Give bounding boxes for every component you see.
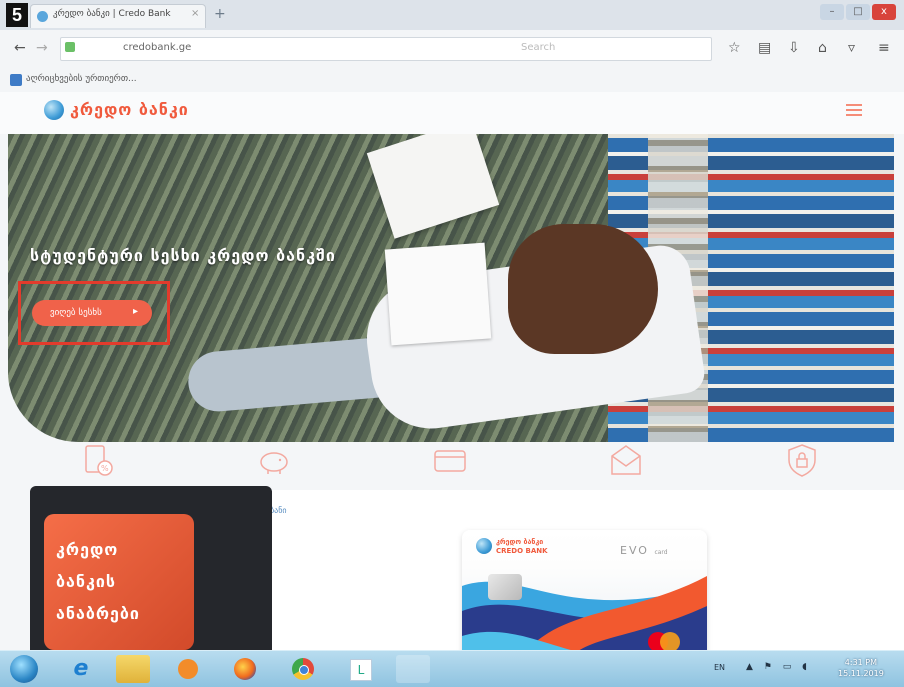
envelope-icon[interactable] xyxy=(608,442,644,478)
promo-line: ბანკის xyxy=(56,572,116,591)
ie-icon[interactable]: e xyxy=(64,655,98,683)
globe-logo-icon[interactable] xyxy=(44,100,64,120)
window-controls: – □ x xyxy=(820,4,898,22)
site-header: კრედო ბანკი xyxy=(0,92,904,134)
secure-lock-icon xyxy=(65,42,75,52)
start-button[interactable] xyxy=(10,655,38,683)
shield-lock-icon[interactable] xyxy=(784,442,820,478)
home-icon[interactable]: ⌂ xyxy=(818,40,827,56)
highlight-annotation xyxy=(18,281,170,345)
card-chip-icon xyxy=(488,574,522,600)
step-number-badge: 5 xyxy=(6,3,28,27)
clock-time: 4:31 PM xyxy=(844,658,878,667)
piggy-bank-icon[interactable] xyxy=(256,442,292,478)
forward-arrow-icon[interactable]: → xyxy=(36,40,48,56)
promo-line: კრედო xyxy=(56,540,119,559)
hero-photo-book xyxy=(366,134,500,239)
card-brand-english: CREDO BANK xyxy=(496,547,548,555)
bookmark-item[interactable]: აღრიცხვების ურთიერთ... xyxy=(26,74,137,84)
explorer-icon[interactable] xyxy=(116,655,150,683)
browser-tab[interactable]: კრედო ბანკი | Credo Bank × xyxy=(30,4,206,28)
language-indicator[interactable]: EN xyxy=(714,663,725,672)
bookmarks-bar: აღრიცხვების ურთიერთ... xyxy=(0,70,904,93)
globe-logo-icon xyxy=(476,538,492,554)
new-tab-button[interactable]: + xyxy=(214,6,226,22)
address-bar[interactable]: credobank.ge Search xyxy=(60,37,712,61)
bookmark-icon xyxy=(10,74,22,86)
service-icons-row: % xyxy=(0,442,904,486)
hero-title: სტუდენტური სესხი კრედო ბანკში xyxy=(30,246,336,265)
tray-icons[interactable]: ▲ ⚑ ▭ ◖ xyxy=(746,662,811,672)
favicon-icon xyxy=(37,11,48,22)
chrome-icon[interactable] xyxy=(286,655,320,683)
hero-photo-paper xyxy=(384,242,492,346)
app-icon[interactable] xyxy=(396,655,430,683)
svg-text:%: % xyxy=(101,464,109,473)
download-icon[interactable]: ⇩ xyxy=(788,40,800,56)
close-window-button[interactable]: x xyxy=(872,4,896,20)
evo-bank-card[interactable]: კრედო ბანკი CREDO BANK EVO card xyxy=(462,530,707,656)
browser-navbar: ← → credobank.ge Search ☆ ▤ ⇩ ⌂ ▿ ≡ xyxy=(0,30,904,70)
card-product-label: EVO xyxy=(620,544,649,557)
windows-taskbar: e L EN ▲ ⚑ ▭ ◖ 4:31 PM 15.11.2019 xyxy=(0,650,904,687)
back-arrow-icon[interactable]: ← xyxy=(14,40,26,56)
maximize-button[interactable]: □ xyxy=(846,4,870,20)
deposits-promo-card[interactable]: კრედო ბანკის ანაბრები xyxy=(44,514,194,650)
pocket-icon[interactable]: ▿ xyxy=(848,40,855,56)
search-placeholder[interactable]: Search xyxy=(521,42,555,53)
hero-photo-hair xyxy=(508,224,658,354)
promo-line: ანაბრები xyxy=(56,604,140,623)
card-product-suffix: card xyxy=(654,549,668,556)
clock-date: 15.11.2019 xyxy=(838,669,884,678)
lync-icon[interactable]: L xyxy=(342,655,376,683)
url-text[interactable]: credobank.ge xyxy=(123,42,191,53)
clock[interactable]: 4:31 PM 15.11.2019 xyxy=(838,657,884,679)
media-player-icon[interactable] xyxy=(170,655,204,683)
tab-close-icon[interactable]: × xyxy=(191,8,199,19)
library-icon[interactable]: ▤ xyxy=(758,40,771,56)
star-icon[interactable]: ☆ xyxy=(728,40,741,56)
tab-title: კრედო ბანკი | Credo Bank xyxy=(53,9,171,19)
content-link[interactable]: ბანი xyxy=(270,506,287,515)
hamburger-menu-icon[interactable] xyxy=(846,104,862,119)
browser-titlebar: კრედო ბანკი | Credo Bank × + – □ x xyxy=(0,0,904,30)
card-brand-georgian: კრედო ბანკი xyxy=(496,538,544,546)
menu-icon[interactable]: ≡ xyxy=(878,40,890,56)
firefox-icon[interactable] xyxy=(228,655,262,683)
loan-percent-icon[interactable]: % xyxy=(80,442,116,478)
card-product-name: EVO card xyxy=(620,544,668,557)
minimize-button[interactable]: – xyxy=(820,4,844,20)
site-logo[interactable]: კრედო ბანკი xyxy=(70,100,189,119)
card-icon[interactable] xyxy=(432,442,468,478)
